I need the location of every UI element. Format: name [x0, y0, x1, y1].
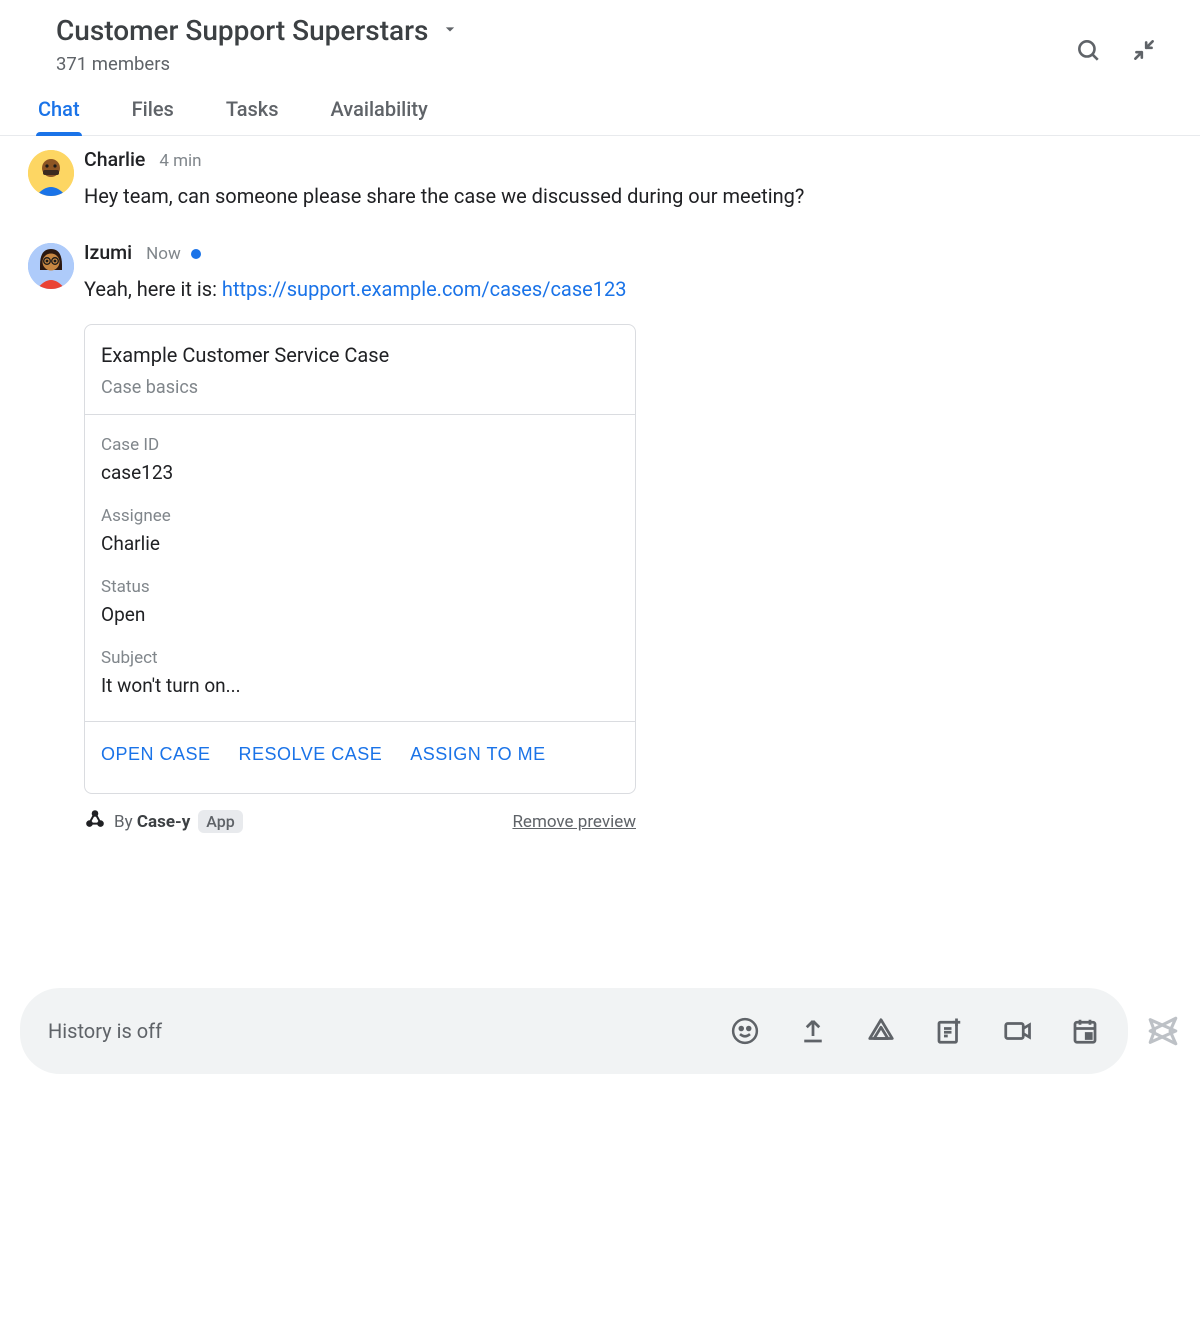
space-title[interactable]: Customer Support Superstars — [56, 14, 428, 47]
field-label: Case ID — [101, 435, 619, 455]
link-preview-card: Example Customer Service Case Case basic… — [84, 324, 636, 794]
emoji-icon[interactable] — [730, 1016, 760, 1046]
member-count: 371 members — [56, 53, 1144, 75]
message-body: Hey team, can someone please share the c… — [84, 179, 1144, 213]
field-label: Status — [101, 577, 619, 597]
search-icon[interactable] — [1074, 36, 1102, 64]
avatar — [28, 243, 74, 289]
message-body: Yeah, here it is: https://support.exampl… — [84, 272, 1144, 306]
message-link[interactable]: https://support.example.com/cases/case12… — [222, 277, 627, 301]
drive-icon[interactable] — [866, 1016, 896, 1046]
field-label: Subject — [101, 648, 619, 668]
preview-app-name: Case-y — [137, 812, 190, 832]
collapse-icon[interactable] — [1130, 36, 1158, 64]
card-subtitle: Case basics — [101, 377, 619, 398]
message-author: Izumi — [84, 241, 132, 264]
calendar-icon[interactable] — [1070, 1016, 1100, 1046]
message-author: Charlie — [84, 148, 145, 171]
send-icon[interactable] — [1146, 1014, 1180, 1048]
tab-tasks[interactable]: Tasks — [224, 97, 281, 135]
create-doc-icon[interactable] — [934, 1016, 964, 1046]
tabs-bar: Chat Files Tasks Availability — [0, 75, 1200, 136]
tab-availability[interactable]: Availability — [329, 97, 430, 135]
message-composer[interactable]: History is off — [20, 988, 1128, 1074]
field-value: It won't turn on... — [101, 674, 619, 697]
card-title: Example Customer Service Case — [101, 343, 619, 367]
dropdown-caret-icon[interactable] — [440, 19, 460, 43]
field-value: case123 — [101, 461, 619, 484]
resolve-case-button[interactable]: RESOLVE CASE — [239, 744, 383, 765]
field-value: Charlie — [101, 532, 619, 555]
message: Izumi Now Yeah, here it is: https://supp… — [84, 241, 1144, 835]
message: Charlie 4 min Hey team, can someone plea… — [84, 148, 1144, 213]
video-icon[interactable] — [1002, 1016, 1032, 1046]
app-badge: App — [198, 810, 242, 833]
online-indicator-icon — [191, 249, 201, 259]
composer-placeholder: History is off — [48, 1019, 730, 1043]
remove-preview-link[interactable]: Remove preview — [512, 812, 636, 832]
tab-files[interactable]: Files — [130, 97, 176, 135]
message-time: 4 min — [159, 151, 201, 171]
field-label: Assignee — [101, 506, 619, 526]
preview-by-prefix: By — [114, 812, 137, 832]
message-time: Now — [146, 244, 181, 264]
open-case-button[interactable]: OPEN CASE — [101, 744, 211, 765]
upload-icon[interactable] — [798, 1016, 828, 1046]
message-text: Yeah, here it is: — [84, 277, 222, 301]
avatar — [28, 150, 74, 196]
assign-to-me-button[interactable]: ASSIGN TO ME — [410, 744, 545, 765]
field-value: Open — [101, 603, 619, 626]
tab-chat[interactable]: Chat — [36, 97, 82, 135]
webhook-icon — [84, 808, 106, 835]
